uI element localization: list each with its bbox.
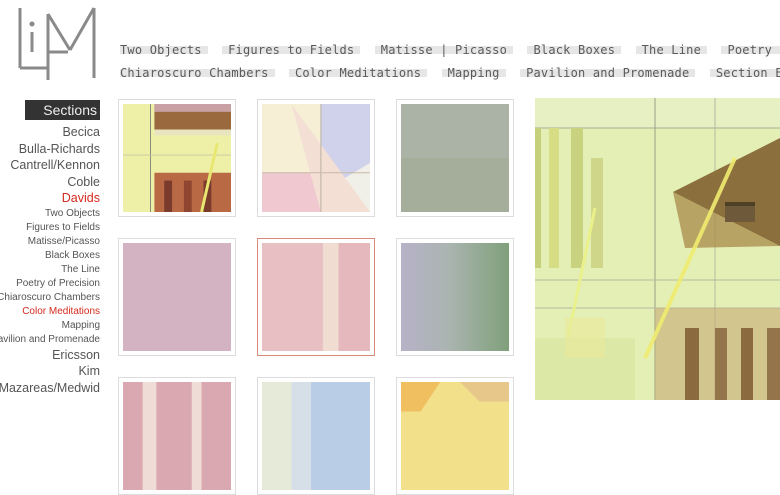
main-image-drawing [535, 98, 780, 400]
sidebar-item-figures-to-fields[interactable]: Figures to Fields [0, 221, 100, 235]
thumbnail-image [262, 104, 370, 212]
thumbnail-6[interactable] [396, 238, 514, 356]
sidebar-item-pavilion-and-promenade[interactable]: Pavilion and Promenade [0, 333, 100, 347]
thumbnail-4[interactable] [118, 238, 236, 356]
sidebar-item-cantrell-kennon[interactable]: Cantrell/Kennon [0, 157, 100, 174]
nav-section-exercises[interactable]: Section Exercises [709, 63, 780, 83]
thumbnail-9[interactable] [396, 377, 514, 495]
thumbnail-image [401, 243, 509, 351]
sidebar-item-two-objects[interactable]: Two Objects [0, 207, 100, 221]
sidebar-item-davids[interactable]: Davids [0, 190, 100, 207]
top-navigation: Two Objects Figures to Fields Matisse | … [120, 40, 780, 86]
nav-color-meditations[interactable]: Color Meditations [288, 63, 428, 83]
nav-two-objects[interactable]: Two Objects [120, 40, 208, 60]
sidebar-item-kim[interactable]: Kim [0, 363, 100, 380]
sections-heading: Sections [25, 100, 100, 120]
nav-the-line[interactable]: The Line [635, 40, 708, 60]
thumbnail-image [123, 382, 231, 490]
sidebar-item-chiaroscuro-chambers[interactable]: Chiaroscuro Chambers [0, 291, 100, 305]
sidebar-item-poetry-of-precision[interactable]: Poetry of Precision [0, 277, 100, 291]
thumbnail-image [401, 104, 509, 212]
sidebar-item-the-line[interactable]: The Line [0, 263, 100, 277]
main-image[interactable] [535, 98, 780, 400]
nav-row-2: Chiaroscuro Chambers Color Meditations M… [120, 63, 780, 86]
thumbnail-8[interactable] [257, 377, 375, 495]
thumbnail-3[interactable] [396, 99, 514, 217]
sidebar-item-matisse-picasso[interactable]: Matisse/Picasso [0, 235, 100, 249]
nav-figures-to-fields[interactable]: Figures to Fields [222, 40, 361, 60]
sidebar-item-mapping[interactable]: Mapping [0, 319, 100, 333]
nav-black-boxes[interactable]: Black Boxes [527, 40, 621, 60]
thumbnail-image [262, 382, 370, 490]
thumbnail-5-selected[interactable] [257, 238, 375, 356]
sidebar-item-ericsson[interactable]: Ericsson [0, 347, 100, 364]
thumbnail-image [262, 243, 370, 351]
thumbnail-7[interactable] [118, 377, 236, 495]
nav-matisse-picasso[interactable]: Matisse | Picasso [374, 40, 514, 60]
nav-row-1: Two Objects Figures to Fields Matisse | … [120, 40, 780, 63]
sidebar-item-coble[interactable]: Coble [0, 174, 100, 191]
lim-logo-icon[interactable] [18, 6, 98, 82]
sidebar-item-color-meditations[interactable]: Color Meditations [0, 305, 100, 319]
nav-pavilion-and-promenade[interactable]: Pavilion and Promenade [520, 63, 696, 83]
nav-chiaroscuro-chambers[interactable]: Chiaroscuro Chambers [120, 63, 274, 83]
sidebar-item-black-boxes[interactable]: Black Boxes [0, 249, 100, 263]
nav-poetry-of-precision[interactable]: Poetry of Precision [721, 40, 780, 60]
sidebar-item-mazareas-medwid[interactable]: Mazareas/Medwid [0, 380, 100, 397]
sidebar-item-becica[interactable]: Becica [0, 124, 100, 141]
sections-list: Becica Bulla-Richards Cantrell/Kennon Coble… [0, 124, 100, 396]
thumbnail-1[interactable] [118, 99, 236, 217]
thumbnail-image [401, 382, 509, 490]
thumbnail-image [123, 104, 231, 213]
sidebar-item-bulla-richards[interactable]: Bulla-Richards [0, 141, 100, 158]
thumbnail-2[interactable] [257, 99, 375, 217]
nav-mapping[interactable]: Mapping [441, 63, 506, 83]
thumbnail-image [123, 243, 231, 351]
